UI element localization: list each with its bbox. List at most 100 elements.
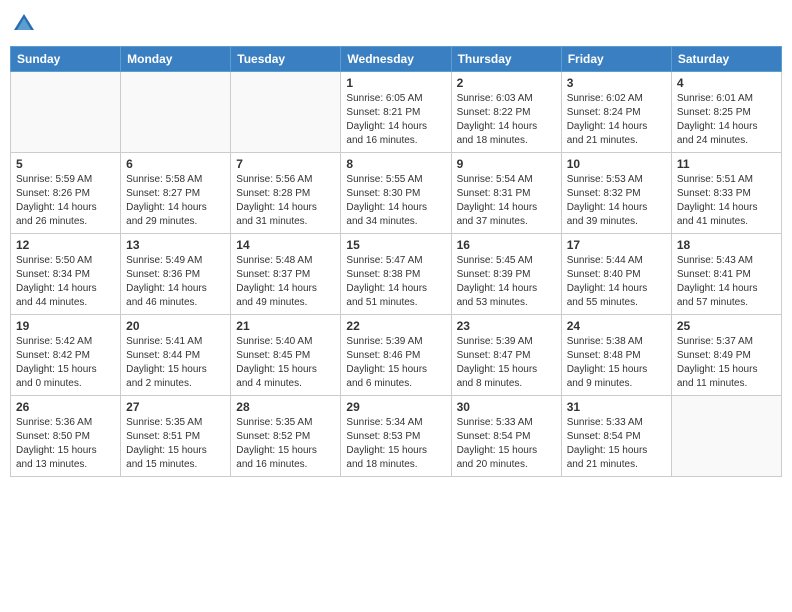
day-number: 28 xyxy=(236,400,335,414)
day-number: 5 xyxy=(16,157,115,171)
day-info: Sunrise: 5:55 AMSunset: 8:30 PMDaylight:… xyxy=(346,173,445,229)
calendar-cell: 20 Sunrise: 5:41 AMSunset: 8:44 PMDayligh… xyxy=(121,315,231,396)
calendar-cell: 28 Sunrise: 5:35 AMSunset: 8:52 PMDayligh… xyxy=(231,396,341,477)
day-number: 8 xyxy=(346,157,445,171)
day-info: Sunrise: 5:34 AMSunset: 8:53 PMDaylight:… xyxy=(346,416,445,472)
day-number: 11 xyxy=(677,157,776,171)
day-number: 22 xyxy=(346,319,445,333)
calendar-cell: 14Sunrise: 5:48 AMSunset: 8:37 PMDayligh… xyxy=(231,234,341,315)
day-number: 18 xyxy=(677,238,776,252)
calendar-cell: 8 Sunrise: 5:55 AMSunset: 8:30 PMDaylight… xyxy=(341,153,451,234)
day-number: 31 xyxy=(567,400,666,414)
day-info: Sunrise: 5:35 AMSunset: 8:51 PMDaylight:… xyxy=(126,416,225,472)
calendar-cell: 17Sunrise: 5:44 AMSunset: 8:40 PMDayligh… xyxy=(561,234,671,315)
calendar-cell: 10 Sunrise: 5:53 AMSunset: 8:32 PMDayligh… xyxy=(561,153,671,234)
calendar-cell: 22 Sunrise: 5:39 AMSunset: 8:46 PMDayligh… xyxy=(341,315,451,396)
day-number: 27 xyxy=(126,400,225,414)
day-info: Sunrise: 5:39 AMSunset: 8:46 PMDaylight:… xyxy=(346,335,445,391)
day-number: 13 xyxy=(126,238,225,252)
day-info: Sunrise: 5:45 AMSunset: 8:39 PMDaylight:… xyxy=(457,254,556,310)
day-number: 25 xyxy=(677,319,776,333)
day-number: 12 xyxy=(16,238,115,252)
day-number: 6 xyxy=(126,157,225,171)
day-number: 10 xyxy=(567,157,666,171)
day-number: 23 xyxy=(457,319,556,333)
day-number: 9 xyxy=(457,157,556,171)
calendar-cell: 6Sunrise: 5:58 AMSunset: 8:27 PMDaylight… xyxy=(121,153,231,234)
page: SundayMondayTuesdayWednesdayThursdayFrid… xyxy=(0,0,792,612)
calendar-cell: 18 Sunrise: 5:43 AMSunset: 8:41 PMDayligh… xyxy=(671,234,781,315)
calendar-week-3: 19Sunrise: 5:42 AMSunset: 8:42 PMDayligh… xyxy=(11,315,782,396)
day-info: Sunrise: 5:50 AMSunset: 8:34 PMDaylight:… xyxy=(16,254,115,310)
calendar-cell: 23 Sunrise: 5:39 AMSunset: 8:47 PMDayligh… xyxy=(451,315,561,396)
day-info: Sunrise: 5:33 AMSunset: 8:54 PMDaylight:… xyxy=(567,416,666,472)
day-number: 26 xyxy=(16,400,115,414)
day-info: Sunrise: 5:49 AMSunset: 8:36 PMDaylight:… xyxy=(126,254,225,310)
calendar-header-row: SundayMondayTuesdayWednesdayThursdayFrid… xyxy=(11,47,782,72)
day-info: Sunrise: 5:44 AMSunset: 8:40 PMDaylight:… xyxy=(567,254,666,310)
day-number: 21 xyxy=(236,319,335,333)
calendar-cell: 13 Sunrise: 5:49 AMSunset: 8:36 PMDayligh… xyxy=(121,234,231,315)
calendar-cell: 19Sunrise: 5:42 AMSunset: 8:42 PMDayligh… xyxy=(11,315,121,396)
calendar-cell: 25Sunrise: 5:37 AMSunset: 8:49 PMDayligh… xyxy=(671,315,781,396)
day-number: 30 xyxy=(457,400,556,414)
weekday-header-friday: Friday xyxy=(561,47,671,72)
day-info: Sunrise: 5:38 AMSunset: 8:48 PMDaylight:… xyxy=(567,335,666,391)
day-info: Sunrise: 5:43 AMSunset: 8:41 PMDaylight:… xyxy=(677,254,776,310)
calendar-cell: 30Sunrise: 5:33 AMSunset: 8:54 PMDayligh… xyxy=(451,396,561,477)
calendar-cell: 15 Sunrise: 5:47 AMSunset: 8:38 PMDayligh… xyxy=(341,234,451,315)
weekday-header-thursday: Thursday xyxy=(451,47,561,72)
calendar-week-1: 5 Sunrise: 5:59 AMSunset: 8:26 PMDaylight… xyxy=(11,153,782,234)
day-number: 20 xyxy=(126,319,225,333)
day-info: Sunrise: 5:51 AMSunset: 8:33 PMDaylight:… xyxy=(677,173,776,229)
calendar-cell: 31 Sunrise: 5:33 AMSunset: 8:54 PMDayligh… xyxy=(561,396,671,477)
calendar-cell: 12 Sunrise: 5:50 AMSunset: 8:34 PMDayligh… xyxy=(11,234,121,315)
calendar-cell xyxy=(671,396,781,477)
day-number: 15 xyxy=(346,238,445,252)
calendar-cell: 5 Sunrise: 5:59 AMSunset: 8:26 PMDaylight… xyxy=(11,153,121,234)
day-info: Sunrise: 5:54 AMSunset: 8:31 PMDaylight:… xyxy=(457,173,556,229)
day-number: 19 xyxy=(16,319,115,333)
weekday-header-sunday: Sunday xyxy=(11,47,121,72)
day-info: Sunrise: 5:59 AMSunset: 8:26 PMDaylight:… xyxy=(16,173,115,229)
day-info: Sunrise: 5:39 AMSunset: 8:47 PMDaylight:… xyxy=(457,335,556,391)
day-number: 29 xyxy=(346,400,445,414)
day-info: Sunrise: 5:41 AMSunset: 8:44 PMDaylight:… xyxy=(126,335,225,391)
calendar-cell: 2Sunrise: 6:03 AMSunset: 8:22 PMDaylight… xyxy=(451,72,561,153)
day-info: Sunrise: 5:35 AMSunset: 8:52 PMDaylight:… xyxy=(236,416,335,472)
calendar-body: 1 Sunrise: 6:05 AMSunset: 8:21 PMDaylight… xyxy=(11,72,782,477)
day-number: 24 xyxy=(567,319,666,333)
calendar-cell: 26 Sunrise: 5:36 AMSunset: 8:50 PMDayligh… xyxy=(11,396,121,477)
calendar-cell xyxy=(121,72,231,153)
logo xyxy=(10,10,42,38)
day-info: Sunrise: 5:47 AMSunset: 8:38 PMDaylight:… xyxy=(346,254,445,310)
calendar-cell: 4Sunrise: 6:01 AMSunset: 8:25 PMDaylight… xyxy=(671,72,781,153)
calendar-cell: 11 Sunrise: 5:51 AMSunset: 8:33 PMDayligh… xyxy=(671,153,781,234)
day-number: 14 xyxy=(236,238,335,252)
day-info: Sunrise: 5:53 AMSunset: 8:32 PMDaylight:… xyxy=(567,173,666,229)
day-number: 4 xyxy=(677,76,776,90)
day-number: 16 xyxy=(457,238,556,252)
calendar-cell: 24 Sunrise: 5:38 AMSunset: 8:48 PMDayligh… xyxy=(561,315,671,396)
day-info: Sunrise: 6:05 AMSunset: 8:21 PMDaylight:… xyxy=(346,92,445,148)
header xyxy=(10,10,782,38)
weekday-header-saturday: Saturday xyxy=(671,47,781,72)
calendar-cell: 29 Sunrise: 5:34 AMSunset: 8:53 PMDayligh… xyxy=(341,396,451,477)
calendar-cell: 16 Sunrise: 5:45 AMSunset: 8:39 PMDayligh… xyxy=(451,234,561,315)
day-info: Sunrise: 5:36 AMSunset: 8:50 PMDaylight:… xyxy=(16,416,115,472)
calendar-week-4: 26 Sunrise: 5:36 AMSunset: 8:50 PMDayligh… xyxy=(11,396,782,477)
day-number: 3 xyxy=(567,76,666,90)
calendar-cell: 27 Sunrise: 5:35 AMSunset: 8:51 PMDayligh… xyxy=(121,396,231,477)
weekday-header-tuesday: Tuesday xyxy=(231,47,341,72)
calendar-cell: 9 Sunrise: 5:54 AMSunset: 8:31 PMDaylight… xyxy=(451,153,561,234)
calendar-cell: 7 Sunrise: 5:56 AMSunset: 8:28 PMDaylight… xyxy=(231,153,341,234)
weekday-header-wednesday: Wednesday xyxy=(341,47,451,72)
day-info: Sunrise: 6:02 AMSunset: 8:24 PMDaylight:… xyxy=(567,92,666,148)
day-info: Sunrise: 6:03 AMSunset: 8:22 PMDaylight:… xyxy=(457,92,556,148)
day-number: 1 xyxy=(346,76,445,90)
day-info: Sunrise: 5:56 AMSunset: 8:28 PMDaylight:… xyxy=(236,173,335,229)
calendar-cell: 1 Sunrise: 6:05 AMSunset: 8:21 PMDaylight… xyxy=(341,72,451,153)
day-number: 7 xyxy=(236,157,335,171)
calendar-cell xyxy=(231,72,341,153)
calendar-week-0: 1 Sunrise: 6:05 AMSunset: 8:21 PMDaylight… xyxy=(11,72,782,153)
